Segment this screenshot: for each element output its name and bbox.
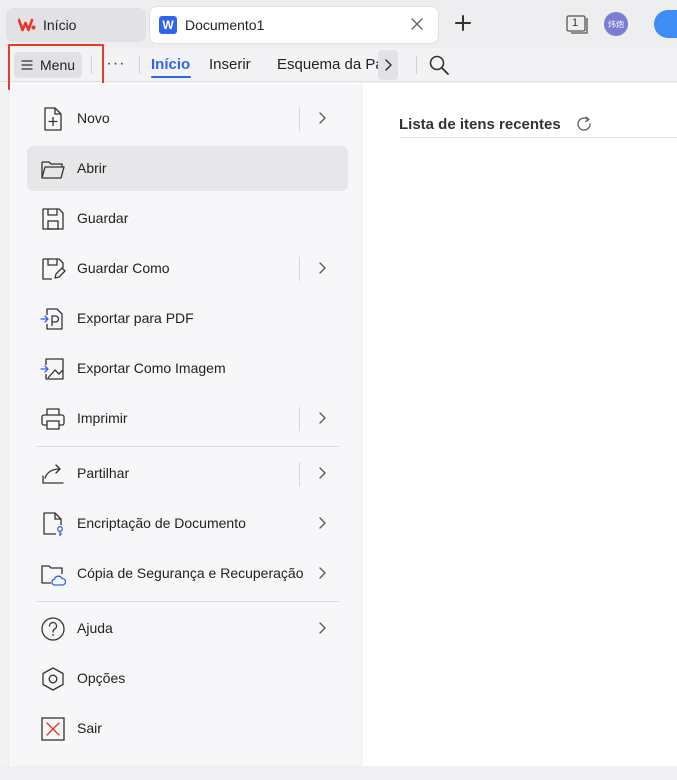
menu-item-partilhar[interactable]: Partilhar: [27, 451, 348, 496]
open-folder-icon: [41, 161, 65, 179]
menu-item-label: Sair: [77, 720, 102, 736]
active-tab-indicator: [151, 76, 191, 78]
menu-item-separator: [299, 462, 300, 486]
chevron-right-icon[interactable]: [316, 466, 330, 480]
tab-inserir[interactable]: Inserir: [209, 56, 251, 73]
menu-item-label: Exportar para PDF: [77, 310, 194, 326]
menu-item-sair[interactable]: Sair: [27, 706, 348, 751]
backup-cloud-icon: [41, 565, 66, 586]
ribbon-separator: [91, 56, 92, 74]
ribbon-scroll-right-button[interactable]: [378, 50, 398, 80]
wps-logo-icon: [18, 18, 36, 32]
menu-item-guardar[interactable]: Guardar: [27, 196, 348, 241]
tab-home-label: Início: [43, 17, 77, 33]
menu-item-separator: [299, 407, 300, 431]
menu-divider: [36, 446, 339, 447]
chevron-right-icon[interactable]: [316, 111, 330, 125]
exit-icon: [41, 717, 65, 741]
menu-item-exportar-pdf[interactable]: Exportar para PDF: [27, 296, 348, 341]
menu-item-imprimir[interactable]: Imprimir: [27, 396, 348, 441]
menu-item-label: Novo: [77, 110, 110, 126]
chevron-right-icon[interactable]: [316, 261, 330, 275]
menu-divider: [36, 601, 339, 602]
tab-esquema[interactable]: Esquema da Página: [277, 56, 379, 73]
recent-list-divider: [399, 137, 677, 138]
tab-inicio[interactable]: Início: [151, 56, 190, 73]
new-document-icon: [44, 107, 62, 131]
export-image-icon: [40, 358, 64, 380]
hamburger-icon: [21, 60, 33, 70]
tab-esquema-clip: Esquema da Página: [277, 52, 379, 78]
menu-item-label: Guardar Como: [77, 260, 170, 276]
recent-list-title: Lista de itens recentes: [399, 116, 561, 133]
menu-item-label: Partilhar: [77, 465, 130, 481]
status-strip: [0, 766, 677, 780]
new-tab-plus-icon[interactable]: [454, 14, 472, 32]
menu-item-opcoes[interactable]: Opções: [27, 656, 348, 701]
menu-item-label: Opções: [77, 670, 126, 686]
encrypt-document-icon: [43, 512, 63, 536]
avatar[interactable]: 炜炮: [604, 12, 628, 36]
ribbon-separator: [139, 56, 140, 74]
export-pdf-icon: [40, 308, 63, 330]
chevron-right-icon: [385, 59, 392, 71]
more-options-button[interactable]: ···: [104, 52, 128, 76]
tab-document[interactable]: W Documento1: [150, 7, 438, 43]
menu-button[interactable]: Menu: [14, 52, 82, 78]
chevron-right-icon[interactable]: [316, 621, 330, 635]
share-icon: [42, 464, 64, 484]
chevron-right-icon[interactable]: [316, 516, 330, 530]
close-tab-icon[interactable]: [410, 17, 424, 31]
menu-item-label: Encriptação de Documento: [77, 515, 246, 531]
save-as-icon: [42, 258, 66, 280]
menu-item-abrir[interactable]: Abrir: [27, 146, 348, 191]
title-bar: Início W Documento1 1 炜炮: [0, 0, 677, 48]
writer-icon: W: [159, 16, 177, 34]
menu-item-encriptacao[interactable]: Encriptação de Documento: [27, 501, 348, 546]
window-count: 1: [572, 17, 579, 29]
save-icon: [42, 208, 64, 230]
menu-item-guardar-como[interactable]: Guardar Como: [27, 246, 348, 291]
account-button[interactable]: [654, 10, 677, 38]
menu-item-ajuda[interactable]: Ajuda: [27, 606, 348, 651]
menu-item-label: Ajuda: [77, 620, 113, 636]
search-icon[interactable]: [428, 54, 450, 76]
menu-item-label: Abrir: [77, 160, 107, 176]
ribbon-separator: [416, 56, 417, 74]
tab-document-label: Documento1: [185, 17, 265, 33]
chevron-right-icon[interactable]: [316, 566, 330, 580]
menu-item-label: Guardar: [77, 210, 129, 226]
menu-item-copia-seguranca[interactable]: Cópia de Segurança e Recuperação: [27, 551, 348, 596]
options-icon: [42, 667, 64, 691]
menu-item-separator: [299, 107, 300, 131]
menu-item-novo[interactable]: Novo: [27, 96, 348, 141]
menu-item-label: Imprimir: [77, 410, 128, 426]
menu-button-label: Menu: [40, 57, 76, 73]
help-icon: [41, 617, 65, 641]
menu-item-separator: [299, 257, 300, 281]
refresh-icon[interactable]: [575, 115, 593, 133]
menu-item-label: Cópia de Segurança e Recuperação: [77, 565, 304, 581]
menu-item-label: Exportar Como Imagem: [77, 360, 226, 376]
printer-icon: [41, 408, 65, 430]
tab-home[interactable]: Início: [6, 8, 146, 42]
window-count-button[interactable]: 1: [566, 14, 590, 34]
chevron-right-icon[interactable]: [316, 411, 330, 425]
menu-item-exportar-imagem[interactable]: Exportar Como Imagem: [27, 346, 348, 391]
